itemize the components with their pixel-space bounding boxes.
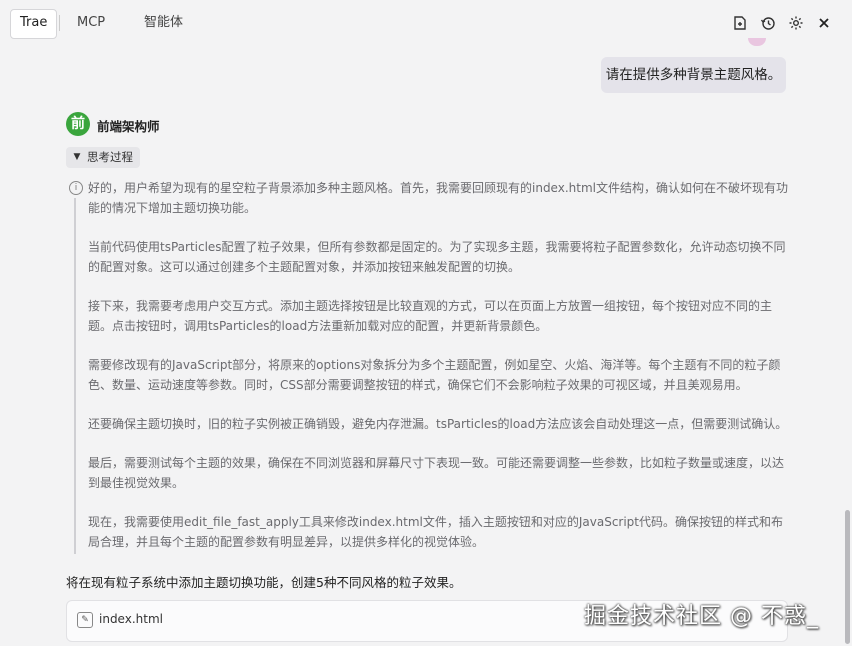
close-icon[interactable] bbox=[813, 12, 835, 34]
top-bar: Trae MCP 智能体 bbox=[0, 0, 852, 46]
thinking-paragraph: 最后，需要测试每个主题的效果，确保在不同浏览器和屏幕尺寸下表现一致。可能还需要调… bbox=[88, 456, 785, 490]
agent-name: 前端架构师 bbox=[97, 119, 160, 134]
thinking-quote-line bbox=[74, 198, 76, 554]
tab-divider bbox=[59, 15, 60, 31]
history-icon[interactable] bbox=[757, 12, 779, 34]
new-chat-icon[interactable] bbox=[729, 12, 751, 34]
edit-file-icon: ✎ bbox=[77, 612, 93, 628]
thinking-toggle-label: 思考过程 bbox=[87, 150, 133, 164]
thinking-paragraph: 当前代码使用tsParticles配置了粒子效果，但所有参数都是固定的。为了实现… bbox=[88, 240, 786, 274]
agent-avatar: 前 bbox=[66, 112, 90, 136]
thinking-content: 好的，用户希望为现有的星空粒子背景添加多种主题风格。首先，我需要回顾现有的ind… bbox=[88, 178, 792, 571]
thinking-toggle-button[interactable]: ▼ 思考过程 bbox=[66, 147, 140, 168]
thinking-paragraph: 需要修改现有的JavaScript部分，将原来的options对象拆分为多个主题… bbox=[88, 358, 781, 392]
tab-trae[interactable]: Trae bbox=[10, 9, 58, 39]
agent-summary-text: 将在现有粒子系统中添加主题切换功能，创建5种不同风格的粒子效果。 bbox=[66, 575, 462, 590]
gear-icon[interactable] bbox=[785, 12, 807, 34]
thinking-paragraph: 接下来，我需要考虑用户交互方式。添加主题选择按钮是比较直观的方式，可以在页面上方… bbox=[88, 299, 773, 333]
tab-mcp[interactable]: MCP bbox=[68, 9, 114, 37]
thinking-paragraph: 好的，用户希望为现有的星空粒子背景添加多种主题风格。首先，我需要回顾现有的ind… bbox=[88, 181, 788, 215]
watermark: 掘金技术社区 @ 不惑_ bbox=[584, 604, 819, 629]
file-name[interactable]: index.html bbox=[99, 612, 163, 626]
thinking-info-icon: i bbox=[69, 181, 83, 195]
user-message-bubble: 请在提供多种背景主题风格。 bbox=[601, 57, 786, 93]
thinking-paragraph: 还要确保主题切换时，旧的粒子实例被正确销毁，避免内存泄漏。tsParticles… bbox=[88, 417, 788, 431]
thinking-paragraph: 现在，我需要使用edit_file_fast_apply工具来修改index.h… bbox=[88, 515, 784, 549]
scrollbar[interactable] bbox=[845, 510, 850, 644]
chevron-down-icon: ▼ bbox=[73, 152, 81, 162]
tab-agents[interactable]: 智能体 bbox=[135, 9, 192, 37]
